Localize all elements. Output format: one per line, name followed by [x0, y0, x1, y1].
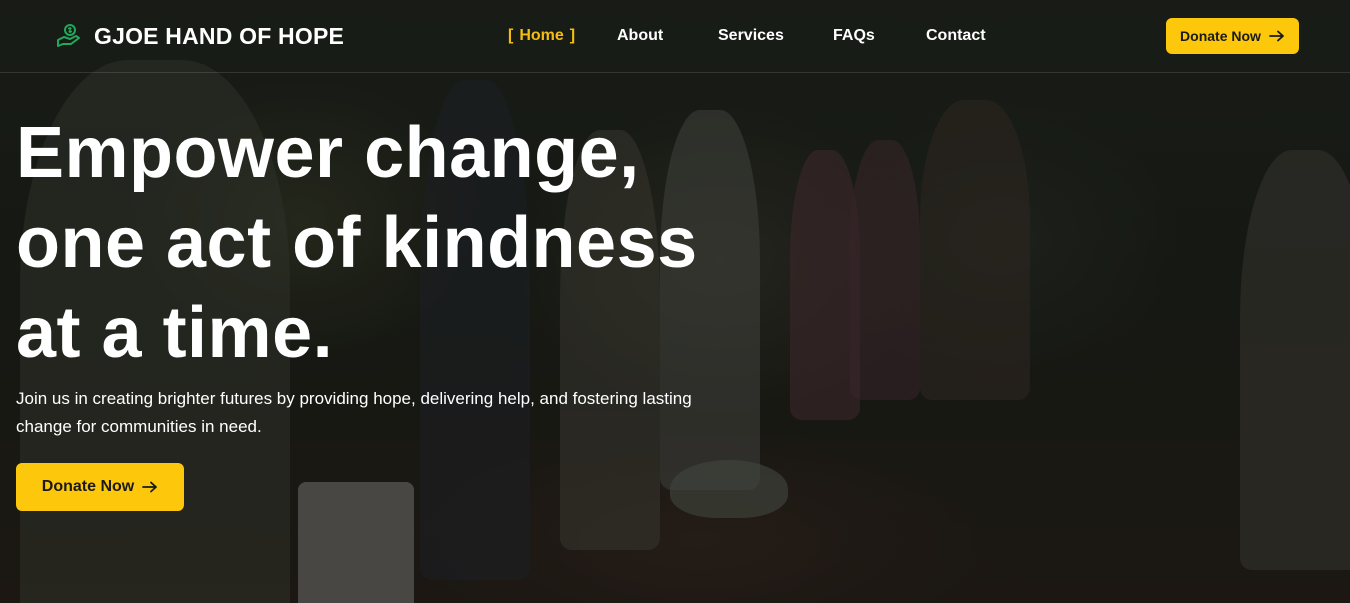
nav-home-label: Home: [519, 27, 564, 44]
header-donate-label: Donate Now: [1180, 28, 1261, 44]
headline-line: at a time.: [16, 293, 334, 373]
arrow-right-icon: [142, 481, 158, 493]
hero-section: GJOE HAND OF HOPE [Home] About Services …: [0, 0, 1350, 603]
nav-about-link[interactable]: About: [617, 27, 663, 45]
hero-subtext: Join us in creating brighter futures by …: [16, 389, 692, 436]
nav-services-link[interactable]: Services: [718, 27, 784, 45]
brand-logo-link[interactable]: GJOE HAND OF HOPE: [54, 22, 344, 50]
arrow-right-icon: [1269, 30, 1284, 42]
top-navbar: GJOE HAND OF HOPE [Home] About Services …: [0, 0, 1350, 73]
hero-headline: Empower change, one act of kindness at a…: [16, 108, 698, 378]
money-hand-icon: [57, 24, 80, 47]
headline-line: Empower change,: [16, 113, 640, 193]
hero-donate-button[interactable]: Donate Now: [16, 463, 184, 511]
header-donate-button[interactable]: Donate Now: [1166, 18, 1299, 54]
nav-active-bracket-right: ]: [569, 27, 576, 44]
nav-active-bracket-left: [: [508, 27, 514, 44]
hero-donate-label: Donate Now: [41, 478, 135, 495]
nav-home-link[interactable]: [ Home]: [502, 27, 581, 45]
nav-faqs-link[interactable]: FAQs: [833, 27, 875, 45]
nav-contact-link[interactable]: Contact: [926, 27, 986, 45]
brand-name: GJOE HAND OF HOPE: [94, 22, 345, 49]
headline-line: one act of kindness: [16, 203, 698, 283]
